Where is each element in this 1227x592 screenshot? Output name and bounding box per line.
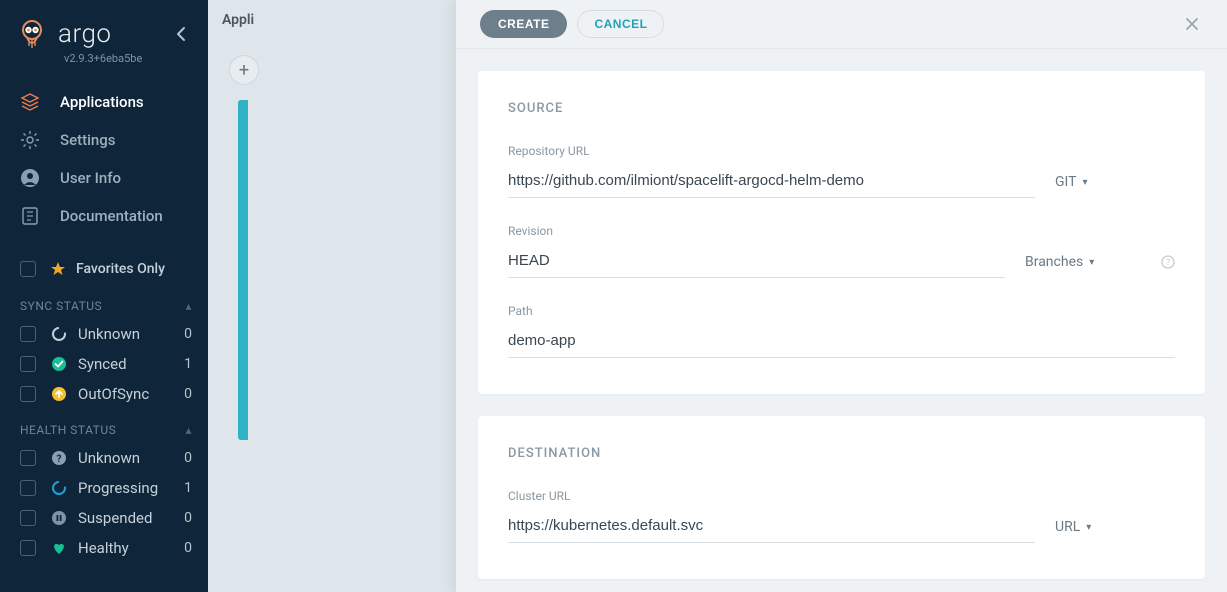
status-count: 0 [184, 510, 192, 526]
chevron-up-icon: ▴ [185, 299, 192, 313]
status-count: 0 [184, 326, 192, 342]
svg-text:?: ? [1166, 258, 1170, 268]
cluster-side-value: URL [1055, 519, 1080, 535]
section-title: SOURCE [508, 101, 1175, 116]
health-status-heading[interactable]: HEALTH STATUS ▴ [0, 409, 208, 443]
chevron-up-icon: ▴ [185, 423, 192, 437]
source-section: SOURCE Repository URL GIT ▾ [478, 71, 1205, 394]
check-circle-icon [50, 355, 68, 373]
brand: argo [0, 14, 208, 54]
panel-header: CREATE CANCEL [456, 0, 1227, 49]
health-status-progressing[interactable]: Progressing 1 [0, 473, 208, 503]
book-icon [20, 206, 40, 226]
sidebar-item-label: Settings [60, 131, 116, 149]
breadcrumb-tab[interactable]: Appli [222, 12, 254, 28]
question-circle-icon: ? [50, 449, 68, 467]
revision-type-dropdown[interactable]: Branches ▾ ? [1025, 254, 1175, 278]
status-count: 0 [184, 386, 192, 402]
brand-name: argo [58, 19, 111, 49]
sidebar-item-label: User Info [60, 169, 121, 187]
gear-icon [20, 130, 40, 150]
sidebar-item-applications[interactable]: Applications [0, 83, 208, 121]
checkbox[interactable] [20, 510, 36, 526]
sidebar-item-user-info[interactable]: User Info [0, 159, 208, 197]
status-count: 1 [184, 356, 192, 372]
sync-status-synced[interactable]: Synced 1 [0, 349, 208, 379]
cancel-button[interactable]: CANCEL [577, 10, 664, 38]
help-icon[interactable]: ? [1161, 255, 1175, 269]
brand-version: v2.9.3+6eba5be [64, 52, 208, 65]
status-label: Suspended [78, 509, 152, 527]
new-app-button[interactable]: + [230, 56, 258, 84]
repo-url-input[interactable] [508, 166, 1035, 198]
arrow-up-circle-icon [50, 385, 68, 403]
checkbox[interactable] [20, 480, 36, 496]
heading-text: HEALTH STATUS [20, 423, 116, 437]
sync-status-outofsync[interactable]: OutOfSync 0 [0, 379, 208, 409]
status-label: Synced [78, 355, 127, 373]
sync-status-unknown[interactable]: Unknown 0 [0, 319, 208, 349]
favorites-only-toggle[interactable]: Favorites Only [0, 253, 208, 285]
status-count: 1 [184, 480, 192, 496]
cluster-url-label: Cluster URL [508, 489, 1035, 503]
sidebar-item-documentation[interactable]: Documentation [0, 197, 208, 235]
sidebar-item-label: Applications [60, 93, 144, 111]
path-label: Path [508, 304, 1175, 318]
status-count: 0 [184, 450, 192, 466]
path-input[interactable] [508, 326, 1175, 358]
checkbox[interactable] [20, 261, 36, 277]
create-button[interactable]: CREATE [480, 10, 567, 38]
section-title: DESTINATION [508, 446, 1175, 461]
checkbox[interactable] [20, 326, 36, 342]
checkbox[interactable] [20, 540, 36, 556]
status-label: Progressing [78, 479, 158, 497]
repo-type-dropdown[interactable]: GIT ▾ [1055, 174, 1175, 198]
caret-down-icon: ▾ [1083, 177, 1088, 188]
health-status-unknown[interactable]: ? Unknown 0 [0, 443, 208, 473]
checkbox[interactable] [20, 386, 36, 402]
star-icon [50, 261, 66, 277]
pause-circle-icon [50, 509, 68, 527]
checkbox[interactable] [20, 450, 36, 466]
close-icon[interactable] [1181, 13, 1203, 35]
argo-logo-icon [16, 18, 48, 50]
sidebar-item-settings[interactable]: Settings [0, 121, 208, 159]
favorites-label: Favorites Only [76, 261, 165, 277]
destination-section: DESTINATION Cluster URL URL ▾ [478, 416, 1205, 579]
health-status-suspended[interactable]: Suspended 0 [0, 503, 208, 533]
content-area: Appli + CREATE CANCEL SOURCE Repository … [208, 0, 1227, 592]
circle-notch-icon [50, 479, 68, 497]
repo-url-label: Repository URL [508, 144, 1035, 158]
user-icon [20, 168, 40, 188]
app-card-accent [238, 100, 248, 440]
repo-type-value: GIT [1055, 174, 1077, 190]
cluster-url-input[interactable] [508, 511, 1035, 543]
sync-status-heading[interactable]: SYNC STATUS ▴ [0, 285, 208, 319]
collapse-sidebar-button[interactable] [170, 24, 194, 44]
create-application-panel: CREATE CANCEL SOURCE Repository URL [456, 0, 1227, 592]
caret-down-icon: ▾ [1086, 522, 1091, 533]
status-label: Unknown [78, 325, 140, 343]
cluster-type-dropdown[interactable]: URL ▾ [1055, 519, 1175, 543]
status-label: Unknown [78, 449, 140, 467]
heading-text: SYNC STATUS [20, 299, 102, 313]
checkbox[interactable] [20, 356, 36, 372]
revision-side-value: Branches [1025, 254, 1083, 270]
caret-down-icon: ▾ [1089, 257, 1094, 268]
revision-input[interactable] [508, 246, 1005, 278]
layers-icon [20, 92, 40, 112]
status-label: OutOfSync [78, 385, 149, 403]
sidebar-item-label: Documentation [60, 207, 163, 225]
revision-label: Revision [508, 224, 1005, 238]
status-label: Healthy [78, 539, 129, 557]
status-count: 0 [184, 540, 192, 556]
circle-notch-icon [50, 325, 68, 343]
sidebar: argo v2.9.3+6eba5be Applications Setting… [0, 0, 208, 592]
heart-icon [50, 539, 68, 557]
health-status-healthy[interactable]: Healthy 0 [0, 533, 208, 563]
svg-text:?: ? [57, 454, 62, 465]
